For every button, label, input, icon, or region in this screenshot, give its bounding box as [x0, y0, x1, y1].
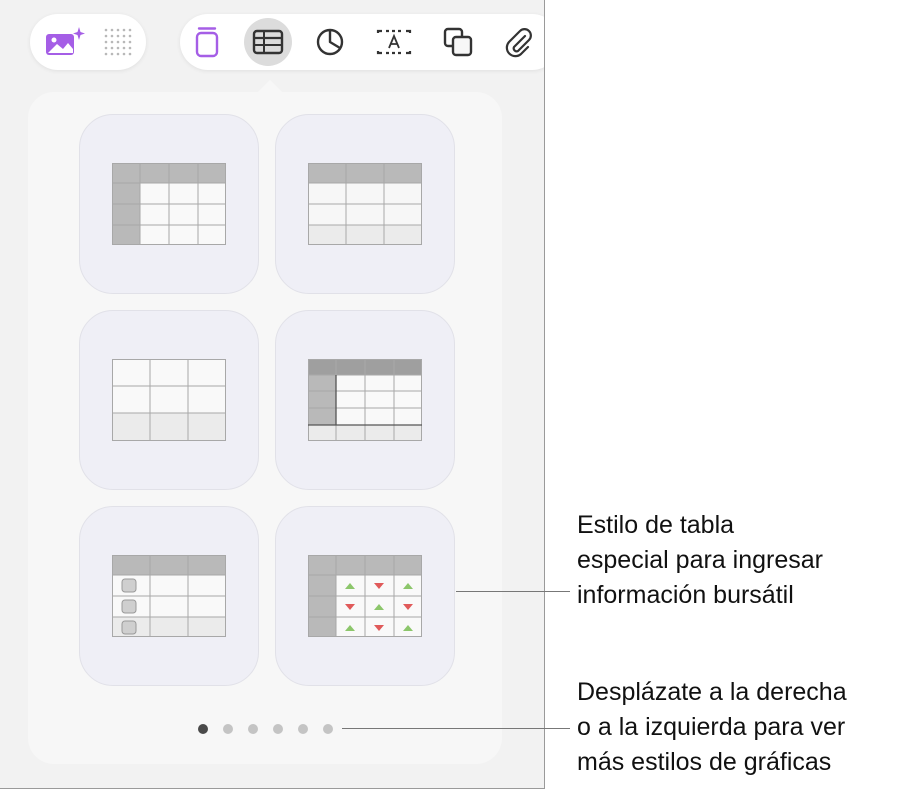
text-frame-icon — [376, 29, 412, 55]
table-thumbnail — [308, 163, 422, 245]
media-insert-button[interactable] — [40, 18, 88, 66]
table-thumbnail — [112, 163, 226, 245]
shapes-button[interactable] — [434, 18, 482, 66]
attachment-button[interactable] — [494, 18, 542, 66]
table-style-header-footer[interactable] — [275, 310, 455, 490]
stock-callout-line — [456, 591, 570, 592]
page-dot[interactable] — [273, 724, 283, 734]
table-style-header-row[interactable] — [275, 114, 455, 294]
scroll-hint-callout: Desplázate a la derecha o a la izquierda… — [577, 678, 847, 776]
table-button[interactable] — [244, 18, 292, 66]
table-icon — [252, 29, 284, 55]
table-thumbnail — [112, 359, 226, 441]
table-thumbnail — [308, 359, 422, 441]
shapes-icon — [443, 27, 473, 57]
text-box-icon — [195, 27, 219, 58]
table-thumbnail — [112, 555, 226, 637]
dot-grid-icon — [104, 28, 132, 56]
chart-button[interactable] — [306, 18, 354, 66]
stock-style-callout: Estilo de tabla especial para ingresar i… — [577, 511, 823, 609]
table-style-header-row-column[interactable] — [79, 114, 259, 294]
page-dot[interactable] — [198, 724, 208, 734]
text-box-button[interactable] — [183, 18, 231, 66]
table-style-plain[interactable] — [79, 310, 259, 490]
page-dot[interactable] — [323, 724, 333, 734]
table-style-panel — [0, 0, 545, 789]
table-style-stock[interactable] — [275, 506, 455, 686]
page-dot[interactable] — [298, 724, 308, 734]
page-dot[interactable] — [223, 724, 233, 734]
scroll-callout-line — [342, 728, 570, 729]
text-frame-button[interactable] — [370, 18, 418, 66]
table-style-checklist[interactable] — [79, 506, 259, 686]
table-thumbnail — [308, 555, 422, 637]
chart-icon — [316, 28, 344, 56]
layout-grid-button[interactable] — [94, 18, 142, 66]
page-dot[interactable] — [248, 724, 258, 734]
attachment-icon — [505, 28, 532, 58]
image-sparkle-icon — [46, 27, 85, 55]
insert-toolbar-group — [180, 14, 544, 70]
